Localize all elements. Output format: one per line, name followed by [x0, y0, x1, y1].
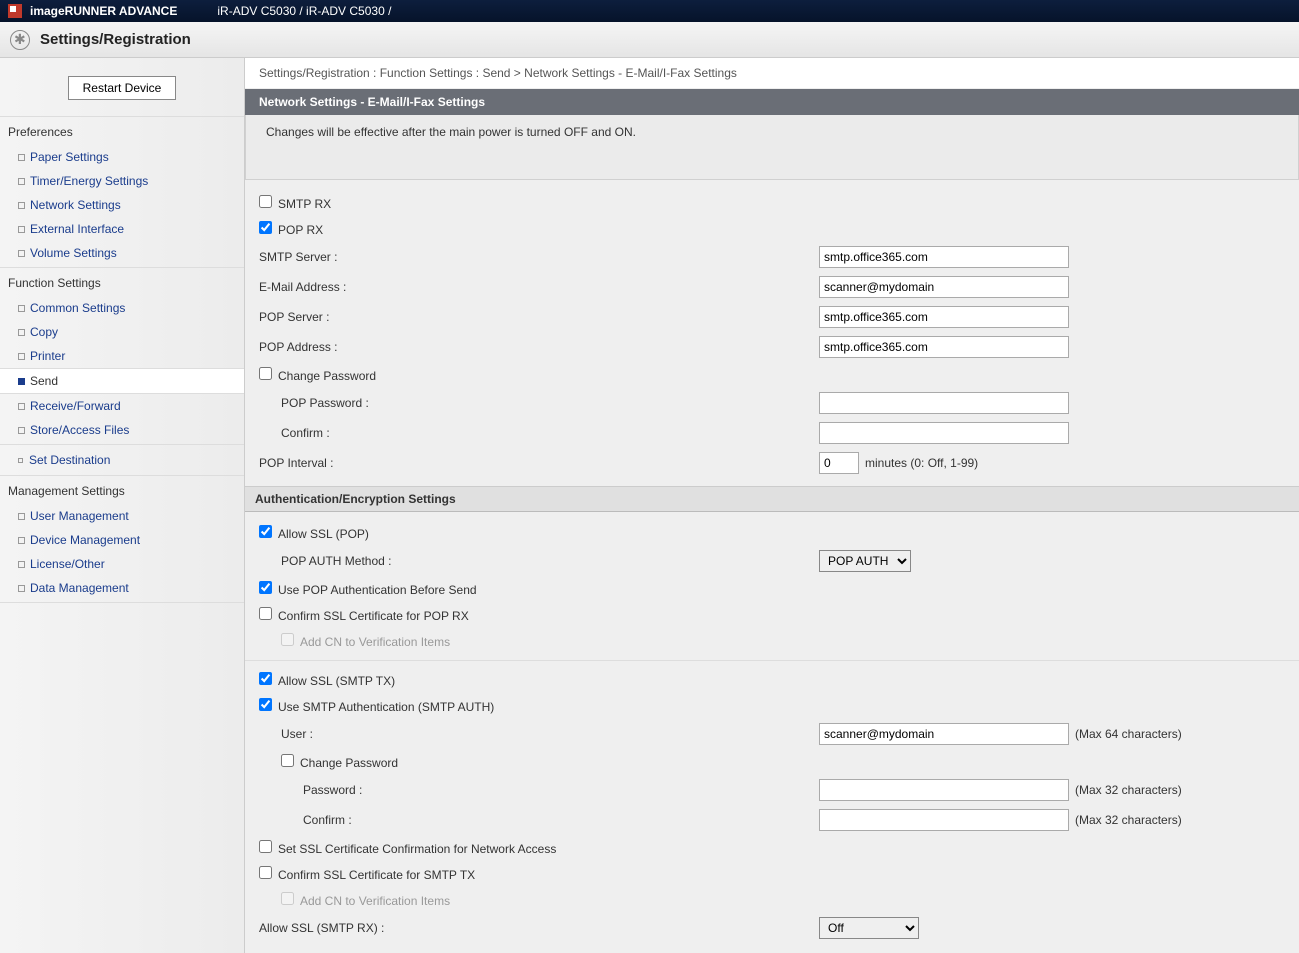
- sidebar-item-set-destination[interactable]: Set Destination: [0, 447, 244, 473]
- page-title: Settings/Registration: [40, 31, 191, 48]
- add-cn-smtp-label: Add CN to Verification Items: [300, 894, 450, 908]
- smtp-change-password-label: Change Password: [300, 756, 398, 770]
- confirm-label: Confirm :: [259, 426, 819, 440]
- content-area: Settings/Registration : Function Setting…: [245, 58, 1299, 953]
- confirm-password-input[interactable]: [819, 422, 1069, 444]
- pop-interval-hint: minutes (0: Off, 1-99): [865, 456, 978, 470]
- auth-encryption-header: Authentication/Encryption Settings: [245, 486, 1299, 512]
- smtp-password-input[interactable]: [819, 779, 1069, 801]
- restart-device-button[interactable]: Restart Device: [68, 76, 177, 100]
- sidebar-item-timer-energy[interactable]: Timer/Energy Settings: [0, 169, 244, 193]
- model-text: iR-ADV C5030 / iR-ADV C5030 /: [217, 4, 391, 18]
- sidebar-item-user-management[interactable]: User Management: [0, 504, 244, 528]
- use-pop-before-send-checkbox[interactable]: [259, 581, 272, 594]
- smtp-rx-checkbox[interactable]: [259, 195, 272, 208]
- pop-rx-checkbox[interactable]: [259, 221, 272, 234]
- pop-interval-input[interactable]: [819, 452, 859, 474]
- pop-server-label: POP Server :: [259, 310, 819, 324]
- sidebar-item-copy[interactable]: Copy: [0, 320, 244, 344]
- smtp-change-password-checkbox[interactable]: [281, 754, 294, 767]
- allow-ssl-smtp-rx-select[interactable]: Off: [819, 917, 919, 939]
- header-bar: Settings/Registration: [0, 22, 1299, 58]
- notice-text: Changes will be effective after the main…: [245, 115, 1299, 180]
- smtp-user-label: User :: [259, 727, 819, 741]
- set-ssl-cert-network-checkbox[interactable]: [259, 840, 272, 853]
- change-password-label: Change Password: [278, 369, 376, 383]
- add-cn-pop-label: Add CN to Verification Items: [300, 635, 450, 649]
- smtp-rx-label: SMTP RX: [278, 197, 331, 211]
- smtp-server-input[interactable]: [819, 246, 1069, 268]
- use-smtp-auth-label: Use SMTP Authentication (SMTP AUTH): [278, 700, 494, 714]
- logo-icon: [8, 4, 22, 18]
- sidebar-item-network-settings[interactable]: Network Settings: [0, 193, 244, 217]
- allow-ssl-smtp-rx-label: Allow SSL (SMTP RX) :: [259, 921, 819, 935]
- pop-address-input[interactable]: [819, 336, 1069, 358]
- confirm-ssl-smtp-checkbox[interactable]: [259, 866, 272, 879]
- smtp-confirm-label: Confirm :: [259, 813, 819, 827]
- pop-password-input[interactable]: [819, 392, 1069, 414]
- allow-ssl-pop-label: Allow SSL (POP): [278, 527, 369, 541]
- confirm-ssl-pop-label: Confirm SSL Certificate for POP RX: [278, 609, 469, 623]
- sidebar-item-receive-forward[interactable]: Receive/Forward: [0, 394, 244, 418]
- smtp-password-hint: (Max 32 characters): [1075, 783, 1182, 797]
- sidebar-item-data-management[interactable]: Data Management: [0, 576, 244, 600]
- pop-password-label: POP Password :: [259, 396, 819, 410]
- sidebar-item-store-access[interactable]: Store/Access Files: [0, 418, 244, 442]
- allow-ssl-smtp-tx-checkbox[interactable]: [259, 672, 272, 685]
- sidebar-item-license-other[interactable]: License/Other: [0, 552, 244, 576]
- pop-auth-method-select[interactable]: POP AUTH: [819, 550, 911, 572]
- sidebar-section-function: Function Settings: [0, 270, 244, 296]
- gear-icon: [10, 30, 30, 50]
- add-cn-smtp-checkbox: [281, 892, 294, 905]
- smtp-confirm-hint: (Max 32 characters): [1075, 813, 1182, 827]
- breadcrumb: Settings/Registration : Function Setting…: [245, 58, 1299, 89]
- pop-server-input[interactable]: [819, 306, 1069, 328]
- pop-auth-method-label: POP AUTH Method :: [259, 554, 819, 568]
- confirm-ssl-smtp-label: Confirm SSL Certificate for SMTP TX: [278, 868, 475, 882]
- sidebar-item-external-interface[interactable]: External Interface: [0, 217, 244, 241]
- sidebar-item-volume-settings[interactable]: Volume Settings: [0, 241, 244, 265]
- change-password-checkbox[interactable]: [259, 367, 272, 380]
- use-pop-before-send-label: Use POP Authentication Before Send: [278, 583, 477, 597]
- smtp-user-input[interactable]: [819, 723, 1069, 745]
- smtp-server-label: SMTP Server :: [259, 250, 819, 264]
- set-ssl-cert-network-label: Set SSL Certificate Confirmation for Net…: [278, 842, 556, 856]
- sidebar: Restart Device Preferences Paper Setting…: [0, 58, 245, 953]
- top-bar: imageRUNNER ADVANCE iR-ADV C5030 / iR-AD…: [0, 0, 1299, 22]
- panel-header: Network Settings - E-Mail/I-Fax Settings: [245, 89, 1299, 115]
- pop-address-label: POP Address :: [259, 340, 819, 354]
- allow-ssl-pop-checkbox[interactable]: [259, 525, 272, 538]
- email-address-label: E-Mail Address :: [259, 280, 819, 294]
- use-smtp-auth-checkbox[interactable]: [259, 698, 272, 711]
- sidebar-section-preferences: Preferences: [0, 119, 244, 145]
- smtp-user-hint: (Max 64 characters): [1075, 727, 1182, 741]
- sidebar-item-device-management[interactable]: Device Management: [0, 528, 244, 552]
- allow-ssl-smtp-tx-label: Allow SSL (SMTP TX): [278, 674, 395, 688]
- sidebar-item-paper-settings[interactable]: Paper Settings: [0, 145, 244, 169]
- sidebar-item-common-settings[interactable]: Common Settings: [0, 296, 244, 320]
- brand-text: imageRUNNER ADVANCE: [30, 4, 177, 18]
- sidebar-item-printer[interactable]: Printer: [0, 344, 244, 368]
- pop-interval-label: POP Interval :: [259, 456, 819, 470]
- sidebar-section-management: Management Settings: [0, 478, 244, 504]
- confirm-ssl-pop-checkbox[interactable]: [259, 607, 272, 620]
- pop-rx-label: POP RX: [278, 223, 323, 237]
- sidebar-item-send[interactable]: Send: [0, 368, 244, 394]
- form-area: SMTP RX POP RX SMTP Server : E-Mail Addr…: [245, 180, 1299, 953]
- smtp-confirm-input[interactable]: [819, 809, 1069, 831]
- add-cn-pop-checkbox: [281, 633, 294, 646]
- smtp-password-label: Password :: [259, 783, 819, 797]
- email-address-input[interactable]: [819, 276, 1069, 298]
